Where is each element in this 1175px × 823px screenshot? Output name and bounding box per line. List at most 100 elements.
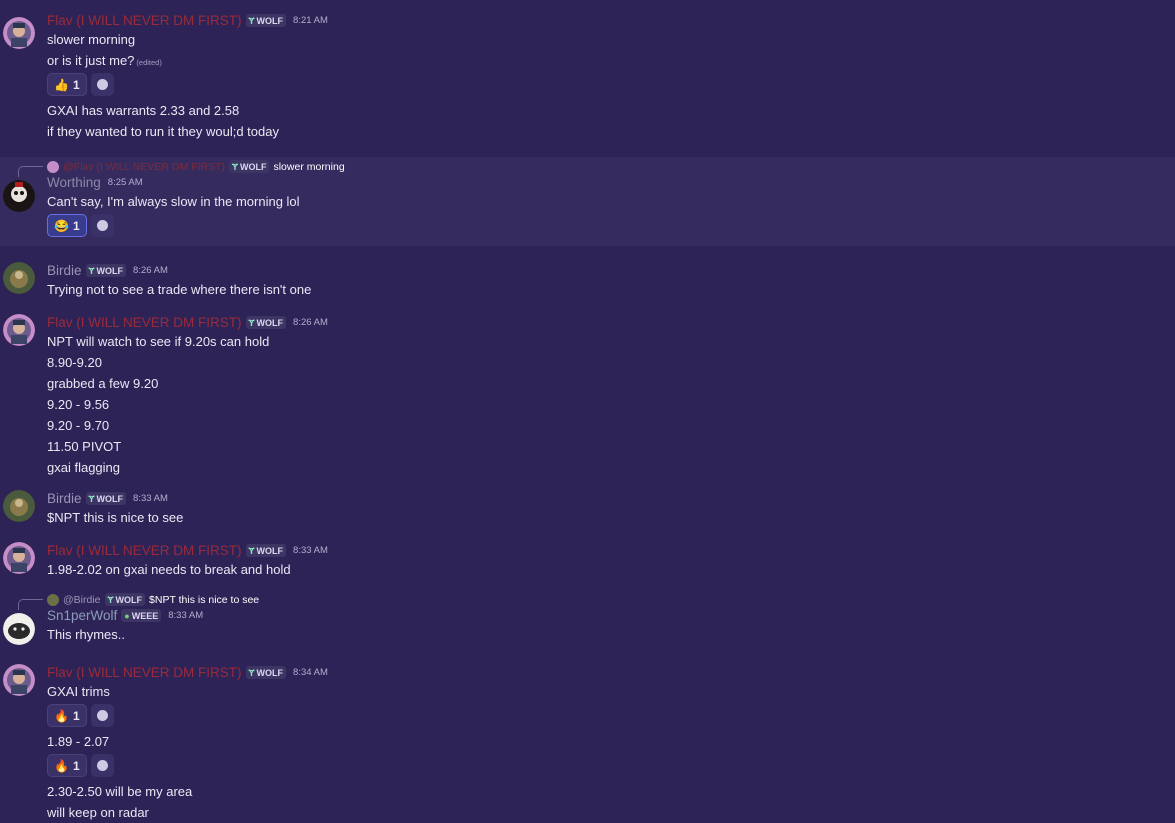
tag-label: WOLF bbox=[256, 545, 284, 556]
fire-icon: 🔥 bbox=[54, 758, 69, 773]
message-text: gxai flagging bbox=[47, 460, 120, 475]
message-text: 2.30-2.50 will be my area bbox=[47, 784, 193, 799]
avatar[interactable] bbox=[3, 17, 35, 49]
username[interactable]: Flav (I WILL NEVER DM FIRST) bbox=[47, 13, 242, 28]
reaction-count: 1 bbox=[72, 758, 80, 773]
reply-spine bbox=[18, 599, 43, 610]
reaction-button[interactable]: 🔥 1 bbox=[47, 704, 87, 727]
timestamp: 8:33 AM bbox=[168, 610, 204, 621]
reply-preview-text: $NPT this is nice to see bbox=[149, 593, 260, 606]
message-group: Flav (I WILL NEVER DM FIRST) Ɏ WOLF 8:33 … bbox=[0, 542, 1175, 580]
wolf-icon: Ɏ bbox=[107, 594, 114, 605]
reply-mention[interactable]: @Flav (I WILL NEVER DM FIRST) bbox=[63, 161, 225, 173]
reply-mention[interactable]: @Birdie bbox=[63, 594, 101, 606]
tag-label: WOLF bbox=[96, 265, 124, 276]
message-group: Flav (I WILL NEVER DM FIRST) Ɏ WOLF 8:34 … bbox=[0, 664, 1175, 823]
timestamp: 8:25 AM bbox=[107, 177, 143, 188]
message-text: This rhymes.. bbox=[47, 627, 126, 642]
role-tag[interactable]: ● WEEE bbox=[121, 609, 162, 622]
timestamp: 8:33 AM bbox=[133, 493, 168, 504]
message-text: Can't say, I'm always slow in the mornin… bbox=[47, 194, 300, 209]
reaction-count: 1 bbox=[72, 77, 80, 92]
role-tag[interactable]: Ɏ WOLF bbox=[245, 316, 287, 329]
role-tag[interactable]: Ɏ WOLF bbox=[245, 14, 287, 27]
tag-label: WOLF bbox=[256, 15, 284, 26]
wolf-icon: Ɏ bbox=[248, 545, 255, 556]
timestamp: 8:34 AM bbox=[293, 667, 328, 678]
message-text: $NPT this is nice to see bbox=[47, 510, 184, 525]
reaction-button[interactable]: 😂 1 bbox=[47, 214, 87, 237]
message-text: 11.50 PIVOT bbox=[47, 439, 122, 454]
username[interactable]: Flav (I WILL NEVER DM FIRST) bbox=[47, 665, 242, 680]
username[interactable]: Flav (I WILL NEVER DM FIRST) bbox=[47, 543, 242, 558]
username[interactable]: Birdie bbox=[47, 263, 82, 278]
role-tag[interactable]: Ɏ WOLF bbox=[85, 492, 127, 505]
wolf-icon: Ɏ bbox=[248, 15, 255, 26]
avatar[interactable] bbox=[3, 664, 35, 696]
reaction-count: 1 bbox=[72, 218, 80, 233]
smile-icon bbox=[96, 79, 108, 90]
add-reaction-button[interactable] bbox=[90, 754, 114, 777]
reply-spine bbox=[18, 166, 43, 177]
tag-label: WOLF bbox=[256, 317, 284, 328]
message-text: GXAI has warrants 2.33 and 2.58 bbox=[47, 103, 240, 118]
wolf-icon: Ɏ bbox=[248, 317, 255, 328]
smile-icon bbox=[96, 220, 108, 231]
username[interactable]: Flav (I WILL NEVER DM FIRST) bbox=[47, 315, 242, 330]
avatar bbox=[47, 593, 59, 606]
message-text: 1.89 - 2.07 bbox=[47, 734, 110, 749]
message-group: Birdie Ɏ WOLF 8:26 AM Trying not to see a… bbox=[0, 262, 1175, 300]
reaction-count: 1 bbox=[72, 708, 80, 723]
smile-icon bbox=[96, 760, 108, 771]
tag-label: WEEE bbox=[131, 610, 159, 621]
thumbs-up-icon: 👍 bbox=[54, 77, 69, 92]
reaction-button[interactable]: 🔥 1 bbox=[47, 754, 87, 777]
avatar[interactable] bbox=[3, 314, 35, 346]
role-tag: Ɏ WOLF bbox=[228, 160, 270, 173]
avatar[interactable] bbox=[3, 180, 35, 212]
avatar[interactable] bbox=[3, 262, 35, 294]
edited-label: (edited) bbox=[136, 58, 162, 67]
timestamp: 8:26 AM bbox=[133, 265, 168, 276]
message-text: NPT will watch to see if 9.20s can hold bbox=[47, 334, 270, 349]
username[interactable]: Worthing bbox=[47, 175, 101, 190]
message-text: grabbed a few 9.20 bbox=[47, 376, 159, 391]
message-group: @Birdie Ɏ WOLF $NPT this is nice to see S… bbox=[0, 592, 1175, 645]
joy-icon: 😂 bbox=[54, 218, 69, 233]
message-text: GXAI trims bbox=[47, 684, 110, 699]
smile-icon bbox=[96, 710, 108, 721]
username[interactable]: Birdie bbox=[47, 491, 82, 506]
message-text-content: or is it just me? bbox=[47, 53, 135, 68]
timestamp: 8:21 AM bbox=[293, 15, 328, 26]
tag-label: WOLF bbox=[96, 493, 124, 504]
reply-reference[interactable]: @Birdie Ɏ WOLF $NPT this is nice to see bbox=[18, 592, 1175, 610]
avatar[interactable] bbox=[3, 613, 35, 645]
avatar[interactable] bbox=[3, 490, 35, 522]
avatar[interactable] bbox=[3, 542, 35, 574]
role-tag[interactable]: Ɏ WOLF bbox=[245, 544, 287, 557]
reply-preview-text: slower morning bbox=[273, 160, 345, 173]
avatar bbox=[47, 160, 59, 173]
message-text: 9.20 - 9.70 bbox=[47, 418, 110, 433]
message-text: 8.90-9.20 bbox=[47, 355, 102, 370]
role-tag: Ɏ WOLF bbox=[104, 593, 146, 606]
role-tag[interactable]: Ɏ WOLF bbox=[245, 666, 287, 679]
add-reaction-button[interactable] bbox=[90, 704, 114, 727]
add-reaction-button[interactable] bbox=[90, 214, 114, 237]
reaction-button[interactable]: 👍 1 bbox=[47, 73, 87, 96]
message-text: or is it just me? (edited) bbox=[47, 50, 1175, 71]
fire-icon: 🔥 bbox=[54, 708, 69, 723]
tag-label: WOLF bbox=[115, 594, 143, 605]
timestamp: 8:33 AM bbox=[293, 545, 328, 556]
message-group: Birdie Ɏ WOLF 8:33 AM $NPT this is nice t… bbox=[0, 490, 1175, 528]
message-text: slower morning bbox=[47, 32, 136, 47]
message-group: Flav (I WILL NEVER DM FIRST) Ɏ WOLF 8:21 … bbox=[0, 12, 1175, 142]
reply-reference[interactable]: @Flav (I WILL NEVER DM FIRST) Ɏ WOLF slow… bbox=[18, 159, 1175, 177]
tag-label: WOLF bbox=[256, 667, 284, 678]
message-group: Flav (I WILL NEVER DM FIRST) Ɏ WOLF 8:26 … bbox=[0, 314, 1175, 478]
add-reaction-button[interactable] bbox=[90, 73, 114, 96]
username[interactable]: Sn1perWolf bbox=[47, 608, 117, 623]
wolf-icon: Ɏ bbox=[88, 493, 95, 504]
role-tag[interactable]: Ɏ WOLF bbox=[85, 264, 127, 277]
message-group: @Flav (I WILL NEVER DM FIRST) Ɏ WOLF slow… bbox=[0, 159, 1175, 241]
